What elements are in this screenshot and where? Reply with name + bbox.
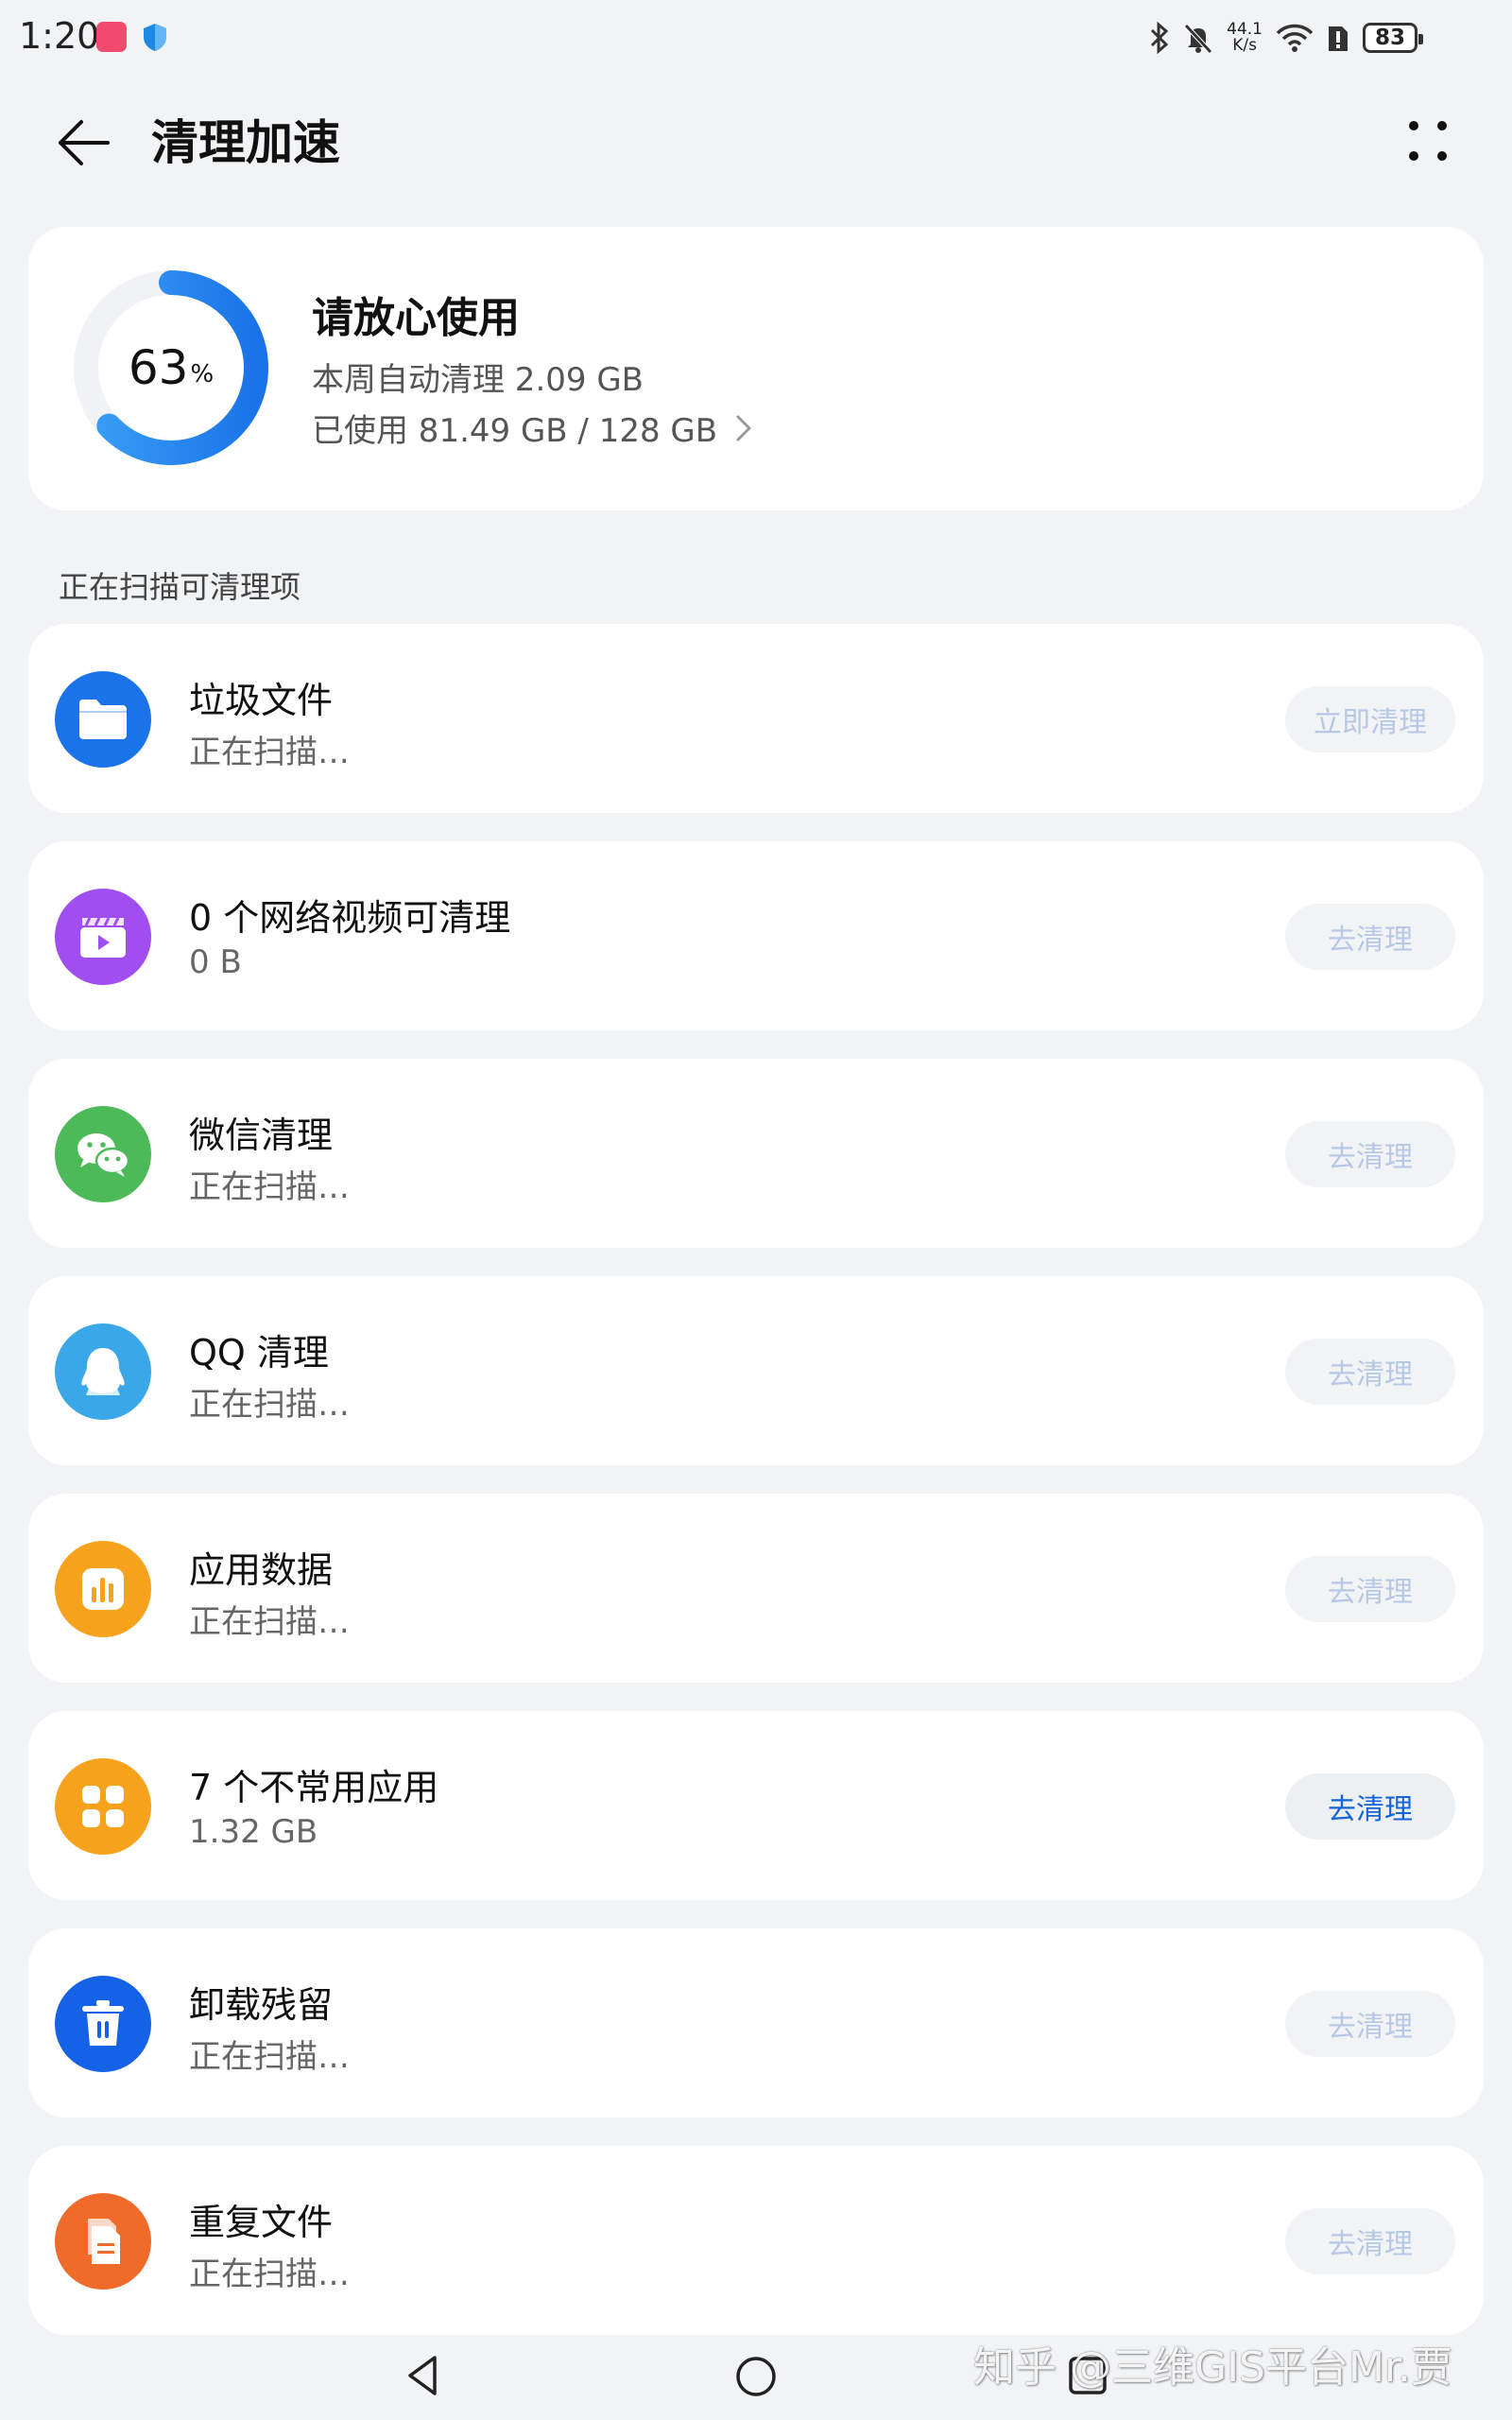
clean-now-button[interactable]: 立即清理 [1285, 686, 1455, 752]
item-title: 0 个网络视频可清理 [189, 897, 511, 939]
storage-used-link[interactable]: 已使用 81.49 GB / 128 GB [312, 405, 755, 451]
go-clean-button[interactable]: 去清理 [1285, 1556, 1455, 1622]
trash-icon [55, 1976, 151, 2072]
item-subtitle: 正在扫描… [189, 2256, 350, 2293]
item-title: 7 个不常用应用 [189, 1767, 439, 1808]
list-item-junk-files[interactable]: 垃圾文件 正在扫描… 立即清理 [28, 624, 1484, 813]
battery-indicator: 83 [1363, 23, 1423, 53]
section-title: 正在扫描可清理项 [59, 569, 301, 605]
go-clean-button[interactable]: 去清理 [1285, 904, 1455, 970]
sim-alert-icon [1329, 26, 1348, 51]
app-data-icon [55, 1541, 151, 1637]
duplicate-file-icon [55, 2193, 151, 2290]
apps-grid-icon [55, 1758, 151, 1855]
percent-sign: % [190, 360, 215, 389]
go-clean-button[interactable]: 去清理 [1285, 1773, 1455, 1840]
app-notification-icon [96, 22, 127, 52]
item-title: 微信清理 [189, 1115, 334, 1156]
item-subtitle: 正在扫描… [189, 734, 350, 771]
folder-icon [55, 671, 151, 768]
storage-percent: 63% [72, 268, 270, 467]
auto-clean-summary: 本周自动清理 2.09 GB [312, 361, 644, 399]
storage-percent-value: 63 [128, 340, 189, 395]
item-subtitle: 0 B [189, 943, 242, 981]
item-subtitle: 正在扫描… [189, 1168, 350, 1206]
item-subtitle: 正在扫描… [189, 2038, 350, 2076]
item-subtitle: 1.32 GB [189, 1813, 318, 1851]
list-item-duplicate-files[interactable]: 重复文件 正在扫描… 去清理 [28, 2146, 1484, 2335]
list-item-wechat[interactable]: 微信清理 正在扫描… 去清理 [28, 1059, 1484, 1248]
list-item-unused-apps[interactable]: 7 个不常用应用 1.32 GB 去清理 [28, 1711, 1484, 1900]
item-title: 重复文件 [189, 2202, 334, 2243]
item-title: 卸载残留 [189, 1984, 334, 2026]
go-clean-button[interactable]: 去清理 [1285, 1991, 1455, 2057]
go-clean-button[interactable]: 去清理 [1285, 1339, 1455, 1405]
list-item-online-videos[interactable]: 0 个网络视频可清理 0 B 去清理 [28, 841, 1484, 1030]
video-icon [55, 889, 151, 985]
storage-headline: 请放心使用 [312, 294, 520, 342]
shield-icon [144, 24, 166, 51]
status-indicators: 44.1 K/s 83 [1149, 17, 1423, 59]
item-title: 垃圾文件 [189, 680, 334, 721]
chevron-right-icon [736, 415, 751, 441]
qq-icon [55, 1323, 151, 1420]
status-bar: 1:20 44.1 K/s 83 [0, 0, 1512, 76]
nav-home-icon[interactable] [733, 2354, 779, 2399]
watermark: 知乎 @三维GIS平台Mr.贾 [973, 2343, 1452, 2392]
mute-bell-icon [1184, 24, 1212, 54]
wechat-icon [55, 1106, 151, 1202]
page-title: 清理加速 [151, 115, 340, 170]
item-subtitle: 正在扫描… [189, 1603, 350, 1641]
go-clean-button[interactable]: 去清理 [1285, 2208, 1455, 2274]
list-item-app-data[interactable]: 应用数据 正在扫描… 去清理 [28, 1494, 1484, 1683]
status-time: 1:20 [19, 15, 100, 57]
item-title: 应用数据 [189, 1549, 334, 1591]
wifi-icon [1276, 24, 1314, 52]
item-subtitle: 正在扫描… [189, 1386, 350, 1424]
network-speed: 44.1 K/s [1227, 20, 1263, 55]
nav-back-icon[interactable] [401, 2352, 448, 2399]
more-options-icon[interactable] [1395, 112, 1461, 174]
bluetooth-icon [1151, 22, 1169, 54]
back-arrow-icon[interactable] [53, 112, 115, 174]
go-clean-button[interactable]: 去清理 [1285, 1121, 1455, 1187]
item-title: QQ 清理 [189, 1332, 329, 1374]
list-item-uninstall-residue[interactable]: 卸载残留 正在扫描… 去清理 [28, 1928, 1484, 2118]
list-item-qq[interactable]: QQ 清理 正在扫描… 去清理 [28, 1276, 1484, 1465]
storage-used-text: 已使用 81.49 GB / 128 GB [312, 412, 718, 450]
